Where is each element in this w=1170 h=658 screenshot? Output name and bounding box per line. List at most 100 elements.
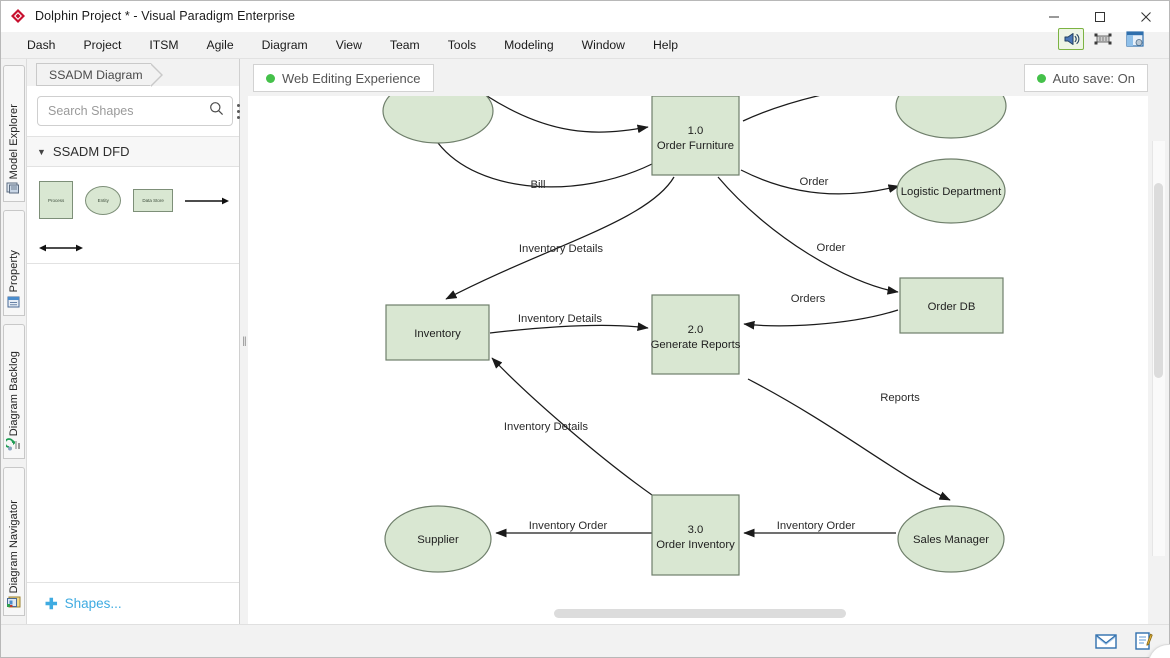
- left-tab-strip: Model Explorer Property: [1, 59, 27, 624]
- panel-layout-icon[interactable]: [1122, 28, 1148, 50]
- menu-item-tools[interactable]: Tools: [434, 34, 490, 56]
- node-entity-supplier-label: Supplier: [417, 534, 459, 546]
- splitter-grip-icon: ||: [242, 336, 245, 347]
- diamond-logo-icon: [10, 8, 26, 24]
- menu-item-modeling[interactable]: Modeling: [490, 34, 567, 56]
- palette-row-secondary: [39, 241, 229, 253]
- tab-ssadm-diagram[interactable]: SSADM Diagram: [36, 63, 151, 86]
- flow-line-inventory-details-2: [490, 325, 648, 333]
- status-dot-icon: [1037, 74, 1046, 83]
- diagram-nodes: 1.0 Order Furniture Logistic Department …: [383, 96, 1006, 575]
- flow-label-bill: Bill: [530, 179, 545, 191]
- title-bar: Dolphin Project * - Visual Paradigm Ente…: [1, 1, 1169, 32]
- canvas-toolbar-icons: [1058, 28, 1148, 50]
- flow-line-in-top-left: [478, 96, 648, 132]
- mail-icon[interactable]: [1095, 632, 1117, 650]
- auto-save-label: Auto save: On: [1053, 71, 1135, 86]
- palette-shape-label: Process: [48, 198, 64, 203]
- dfd-diagram[interactable]: 1.0 Order Furniture Logistic Department …: [248, 96, 1148, 586]
- search-icon[interactable]: [209, 101, 224, 121]
- window-title: Dolphin Project * - Visual Paradigm Ente…: [35, 9, 295, 23]
- property-icon: [6, 295, 21, 309]
- node-process-3-label: Order Inventory: [656, 539, 735, 551]
- search-shapes-box[interactable]: [37, 96, 233, 126]
- node-process-1-label: Order Furniture: [657, 140, 734, 152]
- auto-save-badge[interactable]: Auto save: On: [1024, 64, 1148, 92]
- node-entity-top-right[interactable]: [896, 96, 1006, 138]
- sidebar-tab-diagram-navigator[interactable]: Diagram Navigator: [3, 467, 25, 616]
- node-datastore-inventory-label: Inventory: [414, 328, 461, 340]
- palette-shape-label: Data Store: [142, 198, 164, 203]
- node-process-3-number: 3.0: [688, 524, 704, 536]
- flow-label-inventory-details-2: Inventory Details: [518, 313, 602, 325]
- menu-bar: Dash Project ITSM Agile Diagram View Tea…: [1, 32, 1169, 59]
- node-entity-logistic-department-label: Logistic Department: [901, 186, 1002, 198]
- announcement-icon[interactable]: [1058, 28, 1084, 50]
- flow-label-reports: Reports: [880, 392, 920, 404]
- horizontal-scrollbar[interactable]: [554, 609, 846, 618]
- status-dot-icon: [266, 74, 275, 83]
- search-input[interactable]: [48, 104, 209, 118]
- node-datastore-order-db-label: Order DB: [928, 301, 976, 313]
- menu-item-itsm[interactable]: ITSM: [135, 34, 192, 56]
- flow-line-inventory-details-1: [446, 177, 674, 299]
- add-shapes-button[interactable]: ✚ Shapes...: [27, 582, 239, 624]
- canvas-toolbar-row: Web Editing Experience Auto save: On: [248, 59, 1169, 96]
- application-window: Dolphin Project * - Visual Paradigm Ente…: [0, 0, 1170, 658]
- palette-shape-process[interactable]: Process: [39, 181, 73, 219]
- menu-item-help[interactable]: Help: [639, 34, 692, 56]
- palette-shape-bidirectional-flow[interactable]: [39, 241, 83, 253]
- sidebar-empty-area: [27, 264, 239, 582]
- node-process-1-number: 1.0: [688, 125, 704, 137]
- menu-item-diagram[interactable]: Diagram: [248, 34, 322, 56]
- document-tab-strip: SSADM Diagram: [27, 59, 239, 86]
- menu-item-project[interactable]: Project: [69, 34, 135, 56]
- flow-label-order-2: Order: [817, 242, 846, 254]
- sidebar-tab-label: Diagram Navigator: [8, 496, 20, 595]
- model-explorer-icon: [6, 181, 21, 195]
- sidebar-tab-model-explorer[interactable]: Model Explorer: [3, 65, 25, 202]
- shapes-palette: Process Entity Data Store: [27, 167, 239, 264]
- palette-shape-data-store[interactable]: Data Store: [133, 189, 173, 212]
- node-process-2-number: 2.0: [688, 324, 704, 336]
- document-tab-label: SSADM Diagram: [49, 68, 143, 82]
- flow-label-inventory-details-3: Inventory Details: [504, 421, 588, 433]
- diagram-backlog-icon: [6, 438, 22, 452]
- status-bar: [1, 624, 1169, 657]
- main-body: Model Explorer Property: [1, 59, 1169, 624]
- node-entity-top-left[interactable]: [383, 96, 493, 143]
- sidebar-tab-diagram-backlog[interactable]: Diagram Backlog: [3, 324, 25, 459]
- diagram-navigator-icon: [6, 595, 22, 609]
- sidebar-tab-property[interactable]: Property: [3, 210, 25, 315]
- vertical-scrollbar[interactable]: [1154, 183, 1163, 378]
- node-process-2-label: Generate Reports: [651, 339, 741, 351]
- web-editing-label: Web Editing Experience: [282, 71, 421, 86]
- palette-shape-entity[interactable]: Entity: [85, 186, 121, 215]
- flow-label-orders: Orders: [791, 293, 826, 305]
- flow-label-inventory-details-1: Inventory Details: [519, 243, 603, 255]
- menu-item-agile[interactable]: Agile: [193, 34, 248, 56]
- shapes-section-header[interactable]: ▼ SSADM DFD: [27, 136, 239, 167]
- plus-icon: ✚: [45, 595, 58, 613]
- caret-down-icon: ▼: [37, 147, 46, 157]
- sidebar-tab-label: Model Explorer: [8, 100, 20, 181]
- canvas-area: Web Editing Experience Auto save: On: [248, 59, 1169, 624]
- flow-label-order-1: Order: [800, 176, 829, 188]
- sidebar-tab-label: Diagram Backlog: [8, 347, 20, 438]
- menu-item-dash[interactable]: Dash: [13, 34, 69, 56]
- menu-item-window[interactable]: Window: [568, 34, 639, 56]
- menu-item-team[interactable]: Team: [376, 34, 434, 56]
- fit-selection-icon[interactable]: [1090, 28, 1116, 50]
- shapes-sidebar: SSADM Diagram ▼ SSADM DFD: [27, 59, 240, 624]
- web-editing-badge[interactable]: Web Editing Experience: [253, 64, 434, 92]
- notes-edit-icon[interactable]: [1133, 631, 1153, 651]
- diagram-canvas[interactable]: 1.0 Order Furniture Logistic Department …: [248, 96, 1148, 624]
- sidebar-splitter[interactable]: ||: [240, 59, 248, 624]
- add-shapes-label: Shapes...: [65, 596, 122, 611]
- flow-line-order-db: [718, 177, 898, 292]
- palette-row-primary: Process Entity Data Store: [39, 181, 229, 219]
- node-entity-sales-manager-label: Sales Manager: [913, 534, 989, 546]
- menu-item-view[interactable]: View: [322, 34, 376, 56]
- flow-label-inventory-order-2: Inventory Order: [777, 520, 856, 532]
- palette-shape-data-flow[interactable]: [185, 194, 229, 206]
